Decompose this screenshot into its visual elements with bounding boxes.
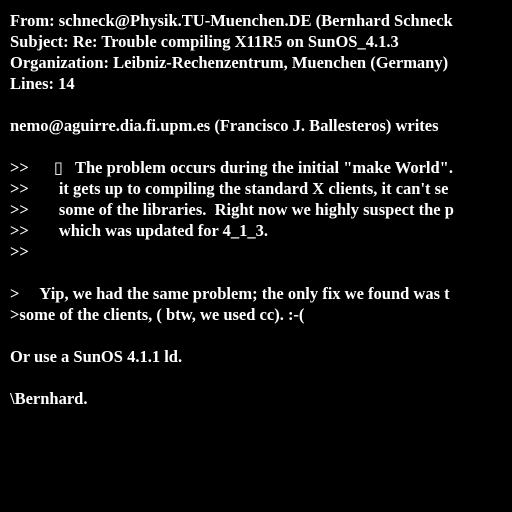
from-header: From: schneck@Physik.TU-Muenchen.DE (Ber… [10,11,453,30]
quoted-line: >> ▯ The problem occurs during the initia… [10,157,512,178]
quote-text: Yip, we had the same problem; the only f… [39,284,450,303]
quote-prefix: >> [10,221,29,240]
quoted-line: >> some of the libraries. Right now we hi… [10,199,512,220]
quote-prefix: > [10,284,20,303]
quote-prefix: >> [10,179,29,198]
lines-header: Lines: 14 [10,74,75,93]
reply-line: Or use a SunOS 4.1.1 ld. [10,347,183,366]
quote-text: some of the libraries. Right now we high… [58,200,454,219]
quoted-line: >> [10,241,512,262]
quote-prefix: >> [10,242,29,261]
signature-line: \Bernhard. [10,389,88,408]
quoted-line: >> it gets up to compiling the standard X… [10,178,512,199]
quoted-line: > Yip, we had the same problem; the only … [10,283,512,304]
usenet-message: From: schneck@Physik.TU-Muenchen.DE (Ber… [10,10,512,409]
quote-text: ▯ The problem occurs during the initial … [53,158,453,177]
quote-prefix: >> [10,158,29,177]
quote-prefix: >> [10,200,29,219]
subject-header: Subject: Re: Trouble compiling X11R5 on … [10,32,399,51]
quoted-line: >some of the clients, ( btw, we used cc)… [10,304,512,325]
attribution-line: nemo@aguirre.dia.fi.upm.es (Francisco J.… [10,116,439,135]
quoted-line: >> which was updated for 4_1_3. [10,220,512,241]
quote-text: which was updated for 4_1_3. [58,221,268,240]
organization-header: Organization: Leibniz-Rechenzentrum, Mue… [10,53,449,72]
quote-text: it gets up to compiling the standard X c… [58,179,449,198]
quote-prefix: >some of the clients, ( btw, we used cc)… [10,305,305,324]
